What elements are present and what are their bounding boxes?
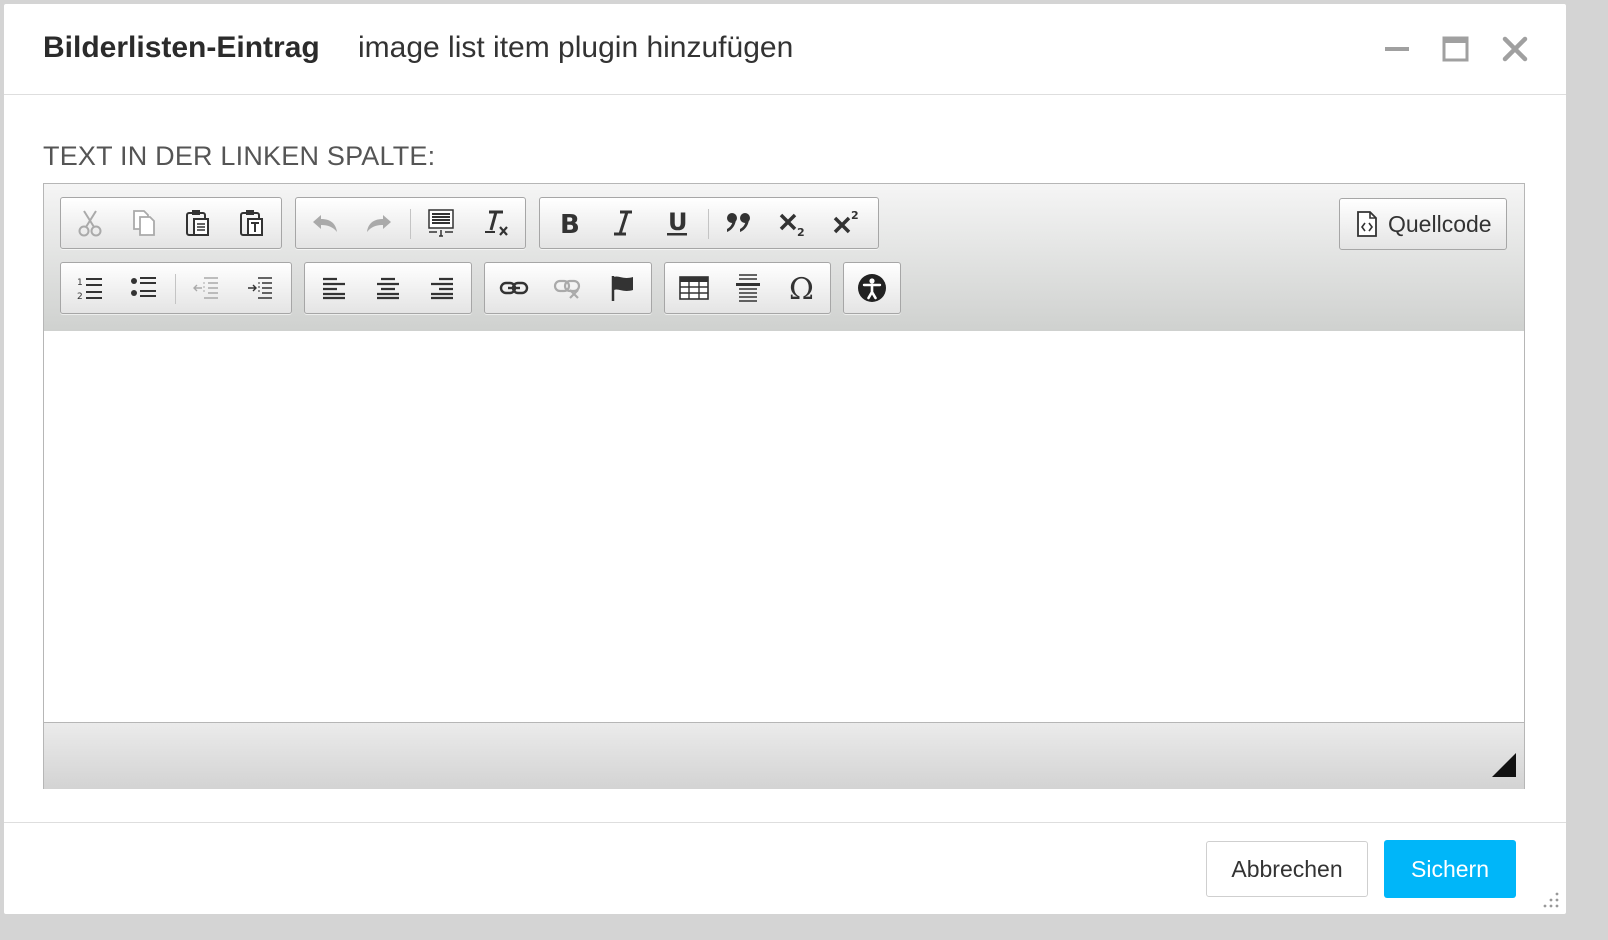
select-all-icon: [428, 209, 454, 237]
close-icon[interactable]: [1498, 32, 1532, 66]
dialog-footer: Abbrechen Sichern: [4, 822, 1566, 915]
minimize-icon[interactable]: [1380, 32, 1414, 66]
align-right-button[interactable]: [415, 263, 469, 313]
blockquote-icon: [727, 213, 750, 232]
svg-text:2: 2: [77, 292, 83, 302]
table-icon: [679, 276, 709, 300]
align-right-icon: [431, 277, 453, 300]
outdent-icon: [193, 277, 218, 299]
cut-icon: [78, 210, 102, 237]
accessibility-icon: [858, 274, 886, 302]
unlink-button[interactable]: [541, 263, 595, 313]
source-button[interactable]: Quellcode: [1339, 198, 1507, 250]
svg-text:1: 1: [77, 278, 83, 288]
resize-handle-icon: [1492, 753, 1516, 777]
select-all-button[interactable]: [414, 198, 468, 248]
dialog-subtitle: image list item plugin hinzufügen: [358, 31, 794, 64]
indent-icon: [248, 277, 272, 299]
dialog: Bilderlisten-Eintrag image list item plu…: [4, 4, 1566, 914]
anchor-button[interactable]: [595, 263, 649, 313]
blockquote-button[interactable]: [712, 198, 766, 248]
redo-button[interactable]: [352, 198, 406, 248]
remove-format-button[interactable]: [469, 198, 523, 248]
redo-icon: [367, 215, 391, 232]
save-button[interactable]: Sichern: [1384, 840, 1516, 898]
paste-text-button[interactable]: [225, 198, 279, 248]
horizontal-line-button[interactable]: [721, 263, 775, 313]
svg-text:B: B: [560, 210, 580, 237]
bold-button[interactable]: B: [542, 198, 596, 248]
align-left-icon: [323, 277, 345, 300]
special-char-button[interactable]: Ω: [775, 263, 829, 313]
align-center-icon: [377, 277, 399, 300]
horizontal-line-icon: [736, 274, 760, 302]
undo-button[interactable]: [298, 198, 352, 248]
cancel-button[interactable]: Abbrechen: [1206, 841, 1368, 897]
bulleted-list-button[interactable]: [117, 263, 171, 313]
cut-button[interactable]: [63, 198, 117, 248]
undo-icon: [313, 215, 337, 232]
editor-toolbar: B U 2 2 Quellcode 1 2 Ω: [44, 184, 1524, 332]
italic-button[interactable]: [596, 198, 650, 248]
source-icon: [1357, 211, 1377, 237]
align-center-button[interactable]: [361, 263, 415, 313]
editor-resize-grip[interactable]: [1492, 753, 1516, 777]
subscript-button[interactable]: 2: [766, 198, 820, 248]
rich-text-editor: B U 2 2 Quellcode 1 2 Ω: [43, 183, 1525, 789]
indent-button[interactable]: [233, 263, 287, 313]
numbered-list-button[interactable]: 12: [63, 263, 117, 313]
editor-statusbar: [44, 722, 1524, 789]
unlink-icon: [553, 279, 581, 299]
svg-text:2: 2: [797, 226, 805, 237]
link-button[interactable]: [487, 263, 541, 313]
svg-text:2: 2: [851, 209, 859, 222]
toolbar-separator: [410, 209, 411, 239]
superscript-icon: 2: [833, 209, 859, 234]
numbered-list-icon: 12: [77, 278, 102, 302]
dialog-resize-grip[interactable]: [1538, 887, 1560, 909]
bulleted-list-icon: [131, 277, 156, 297]
remove-format-icon: [485, 210, 508, 236]
source-button-label: Quellcode: [1388, 210, 1492, 237]
maximize-icon[interactable]: [1439, 32, 1473, 66]
table-button[interactable]: [667, 263, 721, 313]
toolbar-group-align: [304, 262, 472, 314]
svg-text:U: U: [668, 208, 688, 236]
superscript-button[interactable]: 2: [820, 198, 874, 248]
underline-button[interactable]: U: [650, 198, 704, 248]
resize-dots-icon: [1543, 892, 1559, 908]
copy-icon: [133, 210, 155, 236]
dialog-title: Bilderlisten-Eintrag: [43, 31, 320, 64]
toolbar-group-clipboard: [60, 197, 282, 249]
underline-icon: U: [667, 208, 688, 236]
toolbar-group-basicstyles: B U 2 2: [539, 197, 879, 249]
paste-icon: [186, 210, 209, 236]
field-label: TEXT IN DER LINKEN SPALTE:: [43, 141, 436, 171]
italic-icon: [614, 210, 632, 236]
accessibility-button[interactable]: [845, 263, 899, 313]
anchor-icon: [611, 276, 633, 301]
toolbar-separator: [708, 209, 709, 239]
toolbar-group-list: 12: [60, 262, 292, 314]
toolbar-separator: [175, 274, 176, 304]
toolbar-group-insert: Ω: [664, 262, 831, 314]
toolbar-group-a11y: [843, 262, 901, 314]
dialog-titlebar[interactable]: Bilderlisten-Eintrag image list item plu…: [4, 4, 1566, 95]
editor-content-area[interactable]: [44, 331, 1524, 722]
link-icon: [499, 281, 529, 295]
outdent-button[interactable]: [179, 263, 233, 313]
subscript-icon: 2: [779, 213, 805, 237]
svg-text:Ω: Ω: [789, 273, 814, 303]
paste-text-icon: [240, 210, 263, 236]
bold-icon: B: [560, 210, 580, 237]
special-char-icon: Ω: [789, 273, 814, 303]
paste-button[interactable]: [171, 198, 225, 248]
align-left-button[interactable]: [307, 263, 361, 313]
copy-button[interactable]: [117, 198, 171, 248]
toolbar-group-links: [484, 262, 652, 314]
toolbar-group-history: [295, 197, 526, 249]
